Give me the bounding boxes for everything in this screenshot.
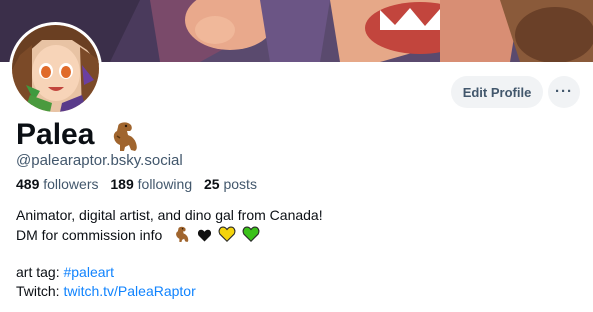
following-count: 189 xyxy=(110,176,134,192)
bio-line-art-tag: art tag: #paleart xyxy=(16,263,323,282)
black-heart-icon xyxy=(197,229,212,242)
bio-spacer xyxy=(16,244,323,263)
posts-stat: 25 posts xyxy=(204,176,257,192)
posts-label: posts xyxy=(223,176,257,192)
yellow-heart-icon xyxy=(218,226,236,242)
profile-bio: Animator, digital artist, and dino gal f… xyxy=(16,206,323,301)
green-heart-icon xyxy=(242,226,260,242)
avatar-icon xyxy=(12,25,99,112)
bio-line-twitch: Twitch: twitch.tv/PaleaRaptor xyxy=(16,282,323,301)
followers-stat[interactable]: 489 followers xyxy=(16,176,99,192)
profile-handle: @palearaptor.bsky.social xyxy=(16,152,183,169)
t-rex-icon xyxy=(176,226,189,242)
bio-line-2: DM for commission info xyxy=(16,225,323,244)
art-tag-label: art tag: xyxy=(16,264,64,280)
art-tag-link[interactable]: #paleart xyxy=(63,264,114,280)
twitch-label: Twitch: xyxy=(16,283,64,299)
bio-line-1: Animator, digital artist, and dino gal f… xyxy=(16,207,323,223)
display-name: Palea xyxy=(16,118,95,151)
edit-profile-button[interactable]: Edit Profile xyxy=(451,76,543,108)
more-options-button[interactable]: ··· xyxy=(548,76,580,108)
ellipsis-icon: ··· xyxy=(555,83,573,100)
avatar[interactable] xyxy=(9,22,102,115)
following-label: following xyxy=(137,176,193,192)
followers-label: followers xyxy=(43,176,99,192)
followers-count: 489 xyxy=(16,176,40,192)
t-rex-icon xyxy=(113,122,137,152)
page-title: Palea xyxy=(16,117,141,153)
twitch-link[interactable]: twitch.tv/PaleaRaptor xyxy=(63,283,195,299)
posts-count: 25 xyxy=(204,176,220,192)
following-stat[interactable]: 189 following xyxy=(110,176,192,192)
profile-stats: 489 followers 189 following 25 posts xyxy=(16,176,265,192)
bio-line-2-text: DM for commission info xyxy=(16,227,163,243)
